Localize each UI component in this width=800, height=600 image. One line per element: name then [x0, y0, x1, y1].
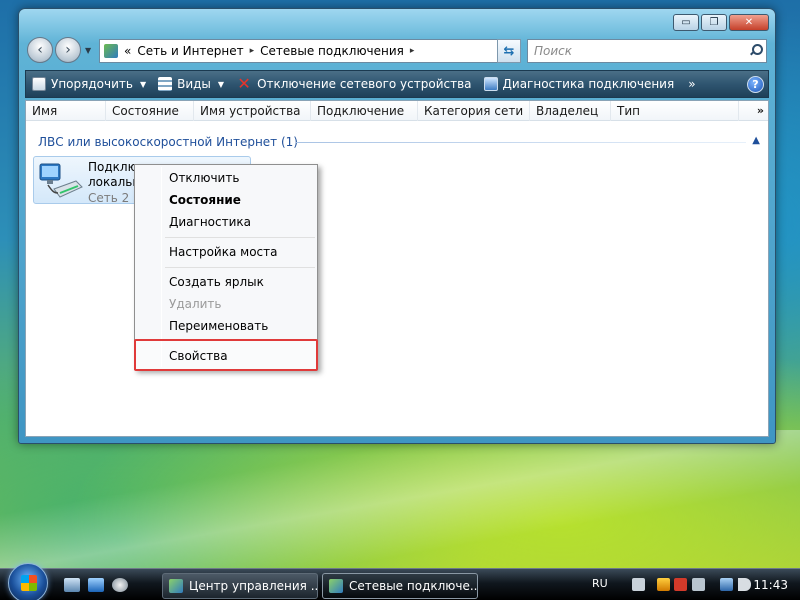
recent-pages-dropdown-icon[interactable]: ▼ [85, 46, 91, 55]
disable-icon: ✕ [237, 74, 251, 93]
group-header[interactable]: ЛВС или высокоскоростной Интернет (1) [38, 135, 298, 149]
column-connection[interactable]: Подключение [311, 101, 418, 121]
security-alert-icon[interactable] [674, 578, 687, 591]
network-adapter-icon [39, 163, 83, 198]
refresh-button[interactable]: ⇆ [497, 39, 521, 63]
menu-item-diagnostics[interactable]: Диагностика [169, 215, 251, 229]
forward-button[interactable]: › [55, 37, 81, 63]
command-toolbar: Упорядочить ▼ Виды ▼ ✕ Отключение сетево… [25, 70, 769, 98]
control-panel-icon [169, 579, 183, 593]
search-input[interactable]: Поиск [527, 39, 767, 63]
maximize-button[interactable]: ❐ [701, 14, 727, 31]
clock[interactable]: 11:43 [753, 578, 788, 592]
network-connections-icon [329, 579, 343, 593]
security-shield-icon[interactable] [657, 578, 670, 591]
window-controls: ▭ ❐ ✕ [673, 14, 769, 31]
menu-item-delete: Удалить [169, 297, 222, 311]
views-icon [158, 77, 173, 91]
explorer-window: ▭ ❐ ✕ ‹ › ▼ « Сеть и Интернет ▸ Сетевые … [18, 8, 776, 444]
wallpaper [0, 430, 800, 570]
menu-item-disable[interactable]: Отключить [169, 171, 239, 185]
menu-item-create-shortcut[interactable]: Создать ярлык [169, 275, 264, 289]
menu-item-properties[interactable]: Свойства [169, 349, 228, 363]
column-device-name[interactable]: Имя устройства [194, 101, 311, 121]
column-type[interactable]: Тип [611, 101, 739, 121]
connection-network: Сеть 2 [88, 191, 130, 205]
chevron-down-icon: ▼ [139, 79, 147, 89]
columns-overflow-button[interactable]: » [757, 101, 764, 121]
organize-button[interactable]: Упорядочить ▼ [26, 71, 152, 97]
views-label: Виды [177, 77, 211, 91]
taskbar: Центр управления ... Сетевые подключе...… [0, 563, 800, 600]
windows-logo-icon [21, 575, 37, 591]
breadcrumb-separator-icon[interactable]: ▸ [410, 46, 415, 56]
taskbar-control-panel[interactable]: Центр управления ... [162, 573, 318, 599]
menu-item-bridge[interactable]: Настройка моста [169, 245, 277, 259]
breadcrumb-overflow[interactable]: « [124, 44, 131, 58]
diagnose-label: Диагностика подключения [502, 77, 675, 91]
group-divider [296, 142, 746, 143]
collapse-group-icon[interactable]: ▲ [752, 135, 760, 146]
column-owner[interactable]: Владелец [530, 101, 611, 121]
context-menu: Отключить Состояние Диагностика Настройк… [134, 164, 318, 371]
column-name[interactable]: Имя [26, 101, 106, 121]
chevron-down-icon: ▼ [217, 79, 225, 89]
language-indicator[interactable]: RU [592, 577, 608, 590]
search-icon[interactable] [749, 44, 763, 56]
diagnose-icon [483, 77, 498, 91]
views-button[interactable]: Виды ▼ [152, 71, 230, 97]
minimize-button[interactable]: ▭ [673, 14, 699, 31]
control-panel-icon [104, 44, 118, 58]
disable-label: Отключение сетевого устройства [257, 77, 472, 91]
organize-icon [32, 77, 46, 91]
start-button[interactable] [8, 563, 48, 600]
menu-item-rename[interactable]: Переименовать [169, 319, 268, 333]
help-icon[interactable]: ? [747, 76, 764, 93]
disable-device-button[interactable]: ✕ Отключение сетевого устройства [230, 71, 477, 97]
volume-icon[interactable] [738, 578, 751, 591]
diagnose-button[interactable]: Диагностика подключения [478, 71, 681, 97]
column-header-row: Имя Состояние Имя устройства Подключение… [26, 101, 768, 121]
menu-separator [165, 237, 315, 238]
close-button[interactable]: ✕ [729, 14, 769, 31]
network-tray-icon[interactable] [720, 578, 733, 591]
tray-expand-icon[interactable] [632, 578, 645, 591]
breadcrumb-network-internet[interactable]: Сеть и Интернет [137, 44, 243, 58]
address-bar[interactable]: « Сеть и Интернет ▸ Сетевые подключения … [99, 39, 519, 63]
taskbar-control-panel-label: Центр управления ... [189, 579, 318, 593]
menu-item-status[interactable]: Состояние [169, 193, 241, 207]
navigation-bar: ‹ › ▼ « Сеть и Интернет ▸ Сетевые подклю… [25, 37, 769, 65]
taskbar-network-connections[interactable]: Сетевые подключе... [322, 573, 478, 599]
menu-gutter [161, 167, 162, 367]
toolbar-overflow-button[interactable]: » [680, 77, 703, 91]
organize-label: Упорядочить [51, 77, 133, 91]
breadcrumb-network-connections[interactable]: Сетевые подключения [260, 44, 404, 58]
breadcrumb-separator-icon[interactable]: ▸ [250, 46, 255, 56]
show-desktop-icon[interactable] [64, 578, 80, 592]
tray-app-icon[interactable] [692, 578, 705, 591]
switch-windows-icon[interactable] [88, 578, 104, 592]
column-network-category[interactable]: Категория сети [418, 101, 530, 121]
taskbar-network-connections-label: Сетевые подключе... [349, 579, 478, 593]
media-player-icon[interactable] [112, 578, 128, 592]
back-button[interactable]: ‹ [27, 37, 53, 63]
column-status[interactable]: Состояние [106, 101, 194, 121]
search-placeholder: Поиск [534, 44, 573, 58]
menu-separator [165, 267, 315, 268]
